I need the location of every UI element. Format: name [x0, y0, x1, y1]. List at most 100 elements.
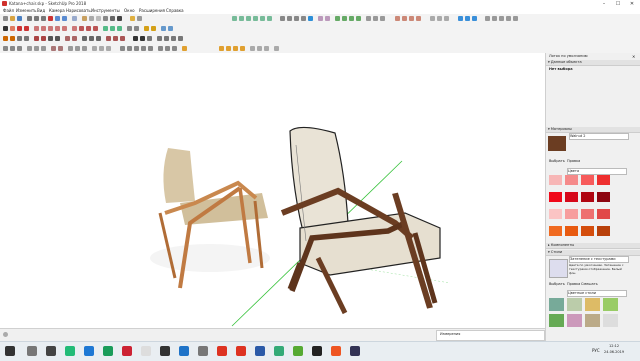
material-swatch[interactable]: [597, 175, 610, 185]
print-icon[interactable]: [72, 16, 77, 21]
save-icon[interactable]: [17, 16, 22, 21]
measurements-box[interactable]: Измерения: [436, 330, 545, 341]
copy-icon[interactable]: [34, 16, 39, 21]
shadows-icon[interactable]: [130, 16, 135, 21]
pan-icon[interactable]: [287, 16, 292, 21]
3d-text-icon[interactable]: [513, 16, 518, 21]
section-plane-icon[interactable]: [318, 16, 323, 21]
style-swatch[interactable]: [549, 298, 564, 311]
sketchup-taskbar-icon[interactable]: [122, 346, 132, 356]
plugin-tool-50-icon[interactable]: [240, 46, 245, 51]
material-swatch[interactable]: [565, 226, 578, 236]
front-view-icon[interactable]: [246, 16, 251, 21]
solid-union-icon[interactable]: [395, 16, 400, 21]
plugin-tool-32-icon[interactable]: [68, 46, 73, 51]
model-viewport[interactable]: [0, 53, 545, 328]
warehouse-icon[interactable]: [366, 16, 371, 21]
style-name-field[interactable]: Затенение с текстурами: [569, 256, 629, 263]
app-icon-10[interactable]: [312, 346, 322, 356]
app-icon-6[interactable]: [236, 346, 246, 356]
material-swatch[interactable]: [597, 192, 610, 202]
plugin-tool-30-icon[interactable]: [51, 46, 56, 51]
chrome-icon[interactable]: [141, 346, 151, 356]
photo-textures-icon[interactable]: [465, 16, 470, 21]
polygon-icon[interactable]: [55, 26, 60, 31]
plugin-tool-42-icon[interactable]: [148, 46, 153, 51]
look-around-icon[interactable]: [444, 16, 449, 21]
style-swatch[interactable]: [603, 314, 618, 327]
plugin-tool-7-icon[interactable]: [48, 36, 53, 41]
plugin-tool-54-icon[interactable]: [274, 46, 279, 51]
plugin-tool-47-icon[interactable]: [219, 46, 224, 51]
smoove-icon[interactable]: [342, 16, 347, 21]
paste-icon[interactable]: [41, 16, 46, 21]
plugin-tool-16-icon[interactable]: [120, 36, 125, 41]
plugin-tool-20-icon[interactable]: [157, 36, 162, 41]
erase-icon[interactable]: [48, 16, 53, 21]
keyboard-language[interactable]: РУС: [592, 348, 600, 354]
style-swatch[interactable]: [603, 298, 618, 311]
layout-icon[interactable]: [380, 16, 385, 21]
circle-icon[interactable]: [48, 26, 53, 31]
plugin-tool-53-icon[interactable]: [264, 46, 269, 51]
plugin-tool-45-icon[interactable]: [172, 46, 177, 51]
app-icon-7[interactable]: [255, 346, 265, 356]
app-icon-4[interactable]: [179, 346, 189, 356]
plugin-tool-21-icon[interactable]: [164, 36, 169, 41]
task-view-icon[interactable]: [27, 346, 37, 356]
plugin-tool-1-icon[interactable]: [3, 36, 8, 41]
plugin-tool-33-icon[interactable]: [75, 46, 80, 51]
geo-location-icon[interactable]: [458, 16, 463, 21]
walk-icon[interactable]: [437, 16, 442, 21]
plugin-tool-43-icon[interactable]: [158, 46, 163, 51]
shaded-icon[interactable]: [103, 16, 108, 21]
style-swatch[interactable]: [585, 298, 600, 311]
plugin-tool-34-icon[interactable]: [82, 46, 87, 51]
offset-icon[interactable]: [93, 26, 98, 31]
right-view-icon[interactable]: [253, 16, 258, 21]
plugin-tool-18-icon[interactable]: [140, 36, 145, 41]
plugin-tool-10-icon[interactable]: [72, 36, 77, 41]
plugin-tool-29-icon[interactable]: [41, 46, 46, 51]
plugin-tool-44-icon[interactable]: [165, 46, 170, 51]
app-icon-9[interactable]: [293, 346, 303, 356]
back-view-icon[interactable]: [260, 16, 265, 21]
plugin-tool-31-icon[interactable]: [58, 46, 63, 51]
redo-icon[interactable]: [62, 16, 67, 21]
iso-view-icon[interactable]: [232, 16, 237, 21]
plugin-tool-4-icon[interactable]: [24, 36, 29, 41]
material-swatch[interactable]: [565, 192, 578, 202]
wireframe-icon[interactable]: [89, 16, 94, 21]
material-name-field[interactable]: Walnut 2: [569, 133, 629, 140]
styles-tab-select[interactable]: Выбрать: [549, 282, 565, 287]
plugin-tool-23-icon[interactable]: [178, 36, 183, 41]
follow-me-icon[interactable]: [86, 26, 91, 31]
add-location-icon[interactable]: [472, 16, 477, 21]
axes-icon[interactable]: [506, 16, 511, 21]
app-icon-11[interactable]: [331, 346, 341, 356]
position-camera-icon[interactable]: [430, 16, 435, 21]
plugin-tool-27-icon[interactable]: [27, 46, 32, 51]
plugin-tool-40-icon[interactable]: [134, 46, 139, 51]
materials-tab-select[interactable]: Выбрать: [549, 159, 565, 164]
undo-icon[interactable]: [55, 16, 60, 21]
app-icon-8[interactable]: [274, 346, 284, 356]
solid-split-icon[interactable]: [416, 16, 421, 21]
styles-library-select[interactable]: Цветные стили: [567, 290, 627, 297]
plugin-tool-26-icon[interactable]: [17, 46, 22, 51]
text-tool-icon[interactable]: [499, 16, 504, 21]
maximize-button[interactable]: ☐: [611, 0, 625, 8]
plugin-tool-13-icon[interactable]: [96, 36, 101, 41]
solid-subtract-icon[interactable]: [402, 16, 407, 21]
plugin-tool-17-icon[interactable]: [133, 36, 138, 41]
plugin-tool-48-icon[interactable]: [226, 46, 231, 51]
app-icon-3[interactable]: [160, 346, 170, 356]
extension-warehouse-icon[interactable]: [373, 16, 378, 21]
plugin-tool-11-icon[interactable]: [82, 36, 87, 41]
plugin-tool-19-icon[interactable]: [147, 36, 152, 41]
hidden-line-icon[interactable]: [96, 16, 101, 21]
plugin-tool-5-icon[interactable]: [34, 36, 39, 41]
open-folder-icon[interactable]: [10, 16, 15, 21]
shaded-textures-icon[interactable]: [110, 16, 115, 21]
plugin-tool-39-icon[interactable]: [127, 46, 132, 51]
